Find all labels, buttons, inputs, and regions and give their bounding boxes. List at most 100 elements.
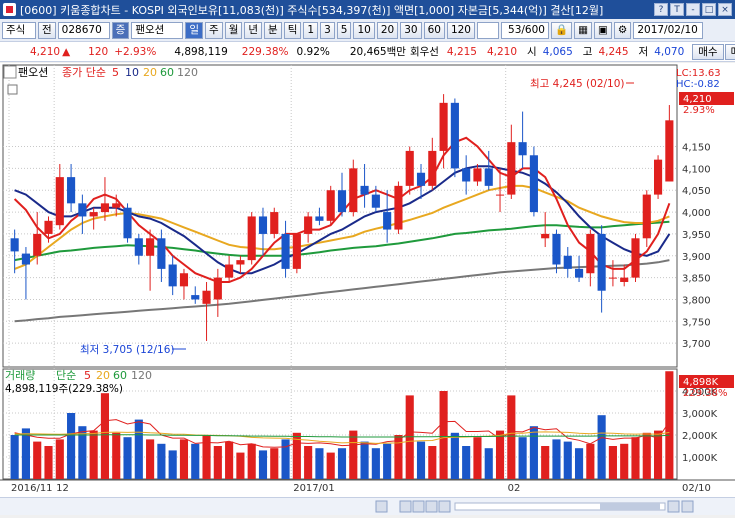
- candle-body: [597, 233, 606, 291]
- period-tab-month[interactable]: 월: [224, 21, 243, 39]
- period-tab-year[interactable]: 년: [244, 21, 263, 39]
- volume-legend-prefix: 단순: [56, 369, 76, 382]
- chart-area[interactable]: 3,700 3,750 3,800 3,850 3,900 3,950 4,000 4,050…: [0, 63, 735, 514]
- price-change: 120: [88, 45, 109, 58]
- panel-toggle-icon[interactable]: [7, 84, 18, 95]
- period-tab-day[interactable]: 일: [185, 21, 204, 39]
- volume-bar: [642, 432, 651, 479]
- minute-1-button[interactable]: 1: [303, 21, 319, 39]
- candle-body: [405, 150, 414, 186]
- panel-checkbox[interactable]: [3, 65, 17, 79]
- candle-body: [665, 120, 674, 182]
- date-input[interactable]: 2017/02/10: [633, 21, 704, 39]
- prev-page-icon[interactable]: [399, 500, 412, 513]
- high-annotation: 최고 4,245 (02/10): [530, 78, 625, 90]
- candle-series: [10, 94, 674, 341]
- candle-body: [304, 216, 313, 234]
- volume-tick-label: 1,000K: [682, 453, 718, 464]
- volume-bar: [620, 443, 629, 479]
- candle-body: [55, 177, 64, 226]
- candle-body: [225, 264, 234, 278]
- volume-bar: [304, 446, 313, 479]
- open-price: 4,065: [542, 45, 573, 58]
- price-bar: 4,210 ▲ 120 +2.93% 4,898,119 229.38% 0.9…: [0, 42, 735, 62]
- minute-10-button[interactable]: 10: [353, 21, 375, 39]
- scroll-thumb[interactable]: [600, 503, 660, 510]
- period-tab-minute[interactable]: 분: [264, 21, 282, 39]
- candle-body: [428, 150, 437, 186]
- x-axis-label: 2016/11: [11, 483, 53, 494]
- data-count-field[interactable]: 53/600: [500, 21, 549, 39]
- candle-body: [620, 277, 629, 282]
- buy-button[interactable]: 매수: [692, 43, 724, 60]
- sell-button[interactable]: 매도: [724, 43, 735, 60]
- volume-bar: [100, 393, 110, 479]
- price-tick-label: 4,150: [682, 143, 711, 154]
- volume-bar: [179, 439, 189, 479]
- text-button[interactable]: T: [670, 3, 684, 16]
- high-price: 4,245: [598, 45, 629, 58]
- vol-legend-ma120: 120: [131, 369, 152, 382]
- volume-bar: [428, 446, 437, 479]
- volume-bar: [44, 446, 53, 479]
- next-page-icon[interactable]: [438, 500, 451, 513]
- minute-3-button[interactable]: 3: [320, 21, 335, 39]
- save-icon[interactable]: ▣: [593, 21, 612, 39]
- scroll-controls[interactable]: [0, 498, 735, 515]
- x-axis-label: 2017/01: [293, 483, 335, 494]
- period-tab-tick[interactable]: 틱: [283, 21, 302, 39]
- price-ma120-line: [14, 259, 670, 323]
- market-select[interactable]: 주식: [2, 21, 36, 39]
- volume-bar: [315, 448, 324, 479]
- volume-value: 4,898,119: [174, 45, 228, 58]
- stock-name-field[interactable]: 팬오션: [131, 21, 184, 39]
- minute-30-button[interactable]: 30: [400, 21, 422, 39]
- minute-20-button[interactable]: 20: [376, 21, 399, 39]
- candle-body: [112, 203, 121, 208]
- window-title: [0600] 키움종합차트 - KOSPI 외국인보유[11,083(천)] 주…: [20, 3, 604, 17]
- volume-bar: [326, 452, 335, 479]
- minute-120-button[interactable]: 120: [446, 21, 475, 39]
- turnover-rate: 0.92%: [296, 45, 330, 58]
- minute-5-button[interactable]: 5: [336, 21, 352, 39]
- volume-bar: [337, 448, 347, 479]
- chart-scroll-bar[interactable]: [0, 497, 735, 515]
- candle-body: [450, 102, 459, 169]
- prev-icon[interactable]: [412, 500, 425, 513]
- zoom-in-icon[interactable]: [681, 500, 694, 513]
- title-bar: [0600] 키움종합차트 - KOSPI 외국인보유[11,083(천)] 주…: [0, 0, 735, 19]
- period-tab-week[interactable]: 주: [205, 21, 223, 39]
- x-axis-label: 12: [56, 483, 69, 494]
- candle-body: [202, 290, 211, 304]
- scroll-left-icon[interactable]: [375, 500, 388, 513]
- market-badge: 증: [111, 21, 130, 39]
- minute-60-button[interactable]: 60: [423, 21, 445, 39]
- next-icon[interactable]: [425, 500, 438, 513]
- candle-body: [574, 268, 584, 278]
- maximize-button[interactable]: □: [702, 3, 716, 16]
- last-volume-pct: 229.38%: [683, 388, 728, 399]
- candle-body: [44, 220, 53, 234]
- price-panel-name: 팬오션: [18, 66, 48, 79]
- volume-bar: [608, 446, 617, 479]
- toolbar: 주식 전 028670 증 팬오션 일 주 월 년 분 틱 1 3 5 10 2…: [0, 19, 735, 42]
- candle-body: [495, 194, 505, 196]
- open-label: 시: [527, 46, 537, 58]
- chart-canvas[interactable]: 3,700 3,750 3,800 3,850 3,900 3,950 4,000 4,050…: [0, 63, 735, 514]
- settings-icon[interactable]: ⚙: [613, 21, 632, 39]
- volume-bar: [416, 441, 426, 479]
- zoom-out-icon[interactable]: [667, 500, 680, 513]
- high-label: 고: [582, 46, 593, 58]
- grid-icon[interactable]: ▦: [574, 21, 592, 39]
- vol-legend-ma20: 20: [96, 369, 110, 382]
- lock-icon[interactable]: 🔒: [550, 21, 573, 39]
- price-tick-label: 3,800: [682, 295, 711, 306]
- all-button[interactable]: 전: [38, 21, 56, 39]
- moving-average-lines: [13, 136, 671, 323]
- volume-bar: [597, 415, 606, 479]
- close-button[interactable]: ×: [718, 3, 732, 16]
- help-button[interactable]: ?: [654, 3, 668, 16]
- stock-code-input[interactable]: 028670: [57, 21, 110, 39]
- volume-bar: [123, 437, 132, 479]
- minimize-button[interactable]: -: [686, 3, 700, 16]
